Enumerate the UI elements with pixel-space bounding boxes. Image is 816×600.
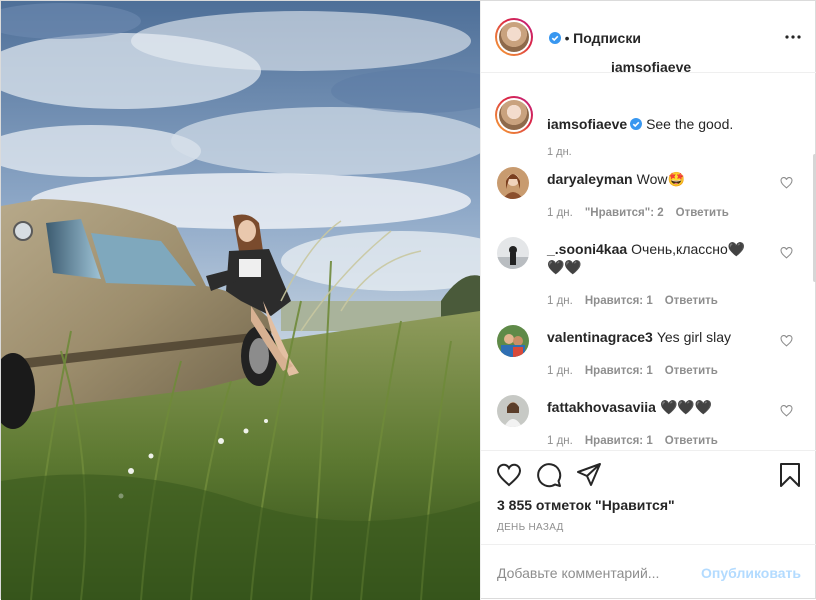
verified-icon — [630, 118, 643, 130]
comment-icon[interactable] — [536, 462, 562, 488]
post-photo[interactable] — [1, 1, 480, 600]
comment-likes[interactable]: Нравится: 1 — [585, 435, 653, 447]
comment-avatar[interactable] — [497, 325, 529, 357]
post-actions: 3 855 отметок "Нравится" ДЕНЬ НАЗАД — [481, 450, 816, 545]
comment-likes[interactable]: Нравится: 1 — [585, 365, 653, 377]
caption-time: 1 дн. — [547, 146, 572, 158]
likes-count[interactable]: 3 855 отметок "Нравится" — [497, 497, 675, 513]
publish-button[interactable]: Опубликовать — [701, 565, 801, 581]
author-username[interactable]: iamsofiaeve — [611, 59, 691, 75]
heart-icon[interactable] — [780, 177, 793, 189]
heart-icon[interactable] — [780, 247, 793, 259]
comment-time: 1 дн. — [547, 365, 573, 377]
comment-input[interactable] — [497, 559, 697, 587]
post-header: iamsofiaeve • Подписки — [481, 1, 816, 75]
comment-text: valentinagrace3 Yes girl slay — [547, 328, 755, 346]
comment-text: fattakhovasaviia 🖤🖤🖤 — [547, 398, 755, 416]
comment-text: daryaleyman Wow🤩 — [547, 170, 755, 188]
photo-illustration — [1, 1, 480, 600]
comment-body: Yes girl slay — [656, 329, 732, 345]
caption-text: See the good. — [646, 116, 734, 132]
share-icon[interactable] — [576, 462, 602, 488]
comment-time: 1 дн. — [547, 435, 573, 447]
reply-button[interactable]: Ответить — [665, 365, 718, 377]
comment-avatar[interactable] — [497, 237, 529, 269]
caption-avatar[interactable] — [495, 96, 533, 134]
more-icon[interactable] — [784, 29, 802, 45]
comment-likes[interactable]: Нравится: 1 — [585, 295, 653, 307]
reply-button[interactable]: Ответить — [676, 207, 729, 219]
comment-item: daryaleyman Wow🤩 1 дн. "Нравится": 2 Ответи… — [495, 167, 805, 229]
comment-item: _.sooni4kaa Очень,классно🖤🖤🖤 1 дн. Нравитс… — [495, 237, 805, 317]
comment-time: 1 дн. — [547, 295, 573, 307]
comment-body: 🖤🖤🖤 — [659, 399, 713, 415]
caption-line: iamsofiaeve See the good. — [547, 116, 733, 132]
comment-meta: 1 дн. Нравится: 1 Ответить — [547, 295, 730, 307]
caption-username[interactable]: iamsofiaeve — [547, 116, 627, 132]
heart-icon[interactable] — [496, 462, 522, 488]
heart-icon[interactable] — [780, 335, 793, 347]
heart-icon[interactable] — [780, 405, 793, 417]
comment-meta: 1 дн. Нравится: 1 Ответить — [547, 435, 730, 447]
post-modal: iamsofiaeve • Подписки iamsofiaeve See t… — [0, 0, 816, 600]
bookmark-icon[interactable] — [777, 462, 803, 488]
comment-text: _.sooni4kaa Очень,классно🖤🖤🖤 — [547, 240, 755, 276]
comment-time: 1 дн. — [547, 207, 573, 219]
comment-avatar[interactable] — [497, 395, 529, 427]
comment-item: valentinagrace3 Yes girl slay 1 дн. Нравит… — [495, 325, 805, 387]
comment-username[interactable]: daryaleyman — [547, 171, 633, 187]
comment-username[interactable]: valentinagrace3 — [547, 329, 653, 345]
comment-body: Wow🤩 — [636, 171, 685, 187]
comment-avatar[interactable] — [497, 167, 529, 199]
reply-button[interactable]: Ответить — [665, 295, 718, 307]
comment-likes[interactable]: "Нравится": 2 — [585, 207, 664, 219]
comment-username[interactable]: _.sooni4kaa — [547, 241, 627, 257]
author-avatar[interactable] — [495, 18, 533, 56]
comment-meta: 1 дн. "Нравится": 2 Ответить — [547, 207, 741, 219]
following-button[interactable]: Подписки — [573, 30, 641, 46]
author-meta: iamsofiaeve • Подписки — [546, 30, 691, 75]
comment-meta: 1 дн. Нравится: 1 Ответить — [547, 365, 730, 377]
post-details-panel: iamsofiaeve • Подписки iamsofiaeve See t… — [480, 1, 816, 600]
comments-list[interactable]: iamsofiaeve See the good. 1 дн. daryaley… — [481, 74, 816, 449]
post-age: ДЕНЬ НАЗАД — [497, 522, 564, 533]
comment-username[interactable]: fattakhovasaviia — [547, 399, 656, 415]
verified-icon — [549, 32, 561, 44]
comment-item: fattakhovasaviia 🖤🖤🖤 1 дн. Нравится: 1 Отве… — [495, 395, 805, 449]
header-separator: • — [564, 30, 570, 46]
comment-composer: Опубликовать — [481, 544, 816, 600]
reply-button[interactable]: Ответить — [665, 435, 718, 447]
